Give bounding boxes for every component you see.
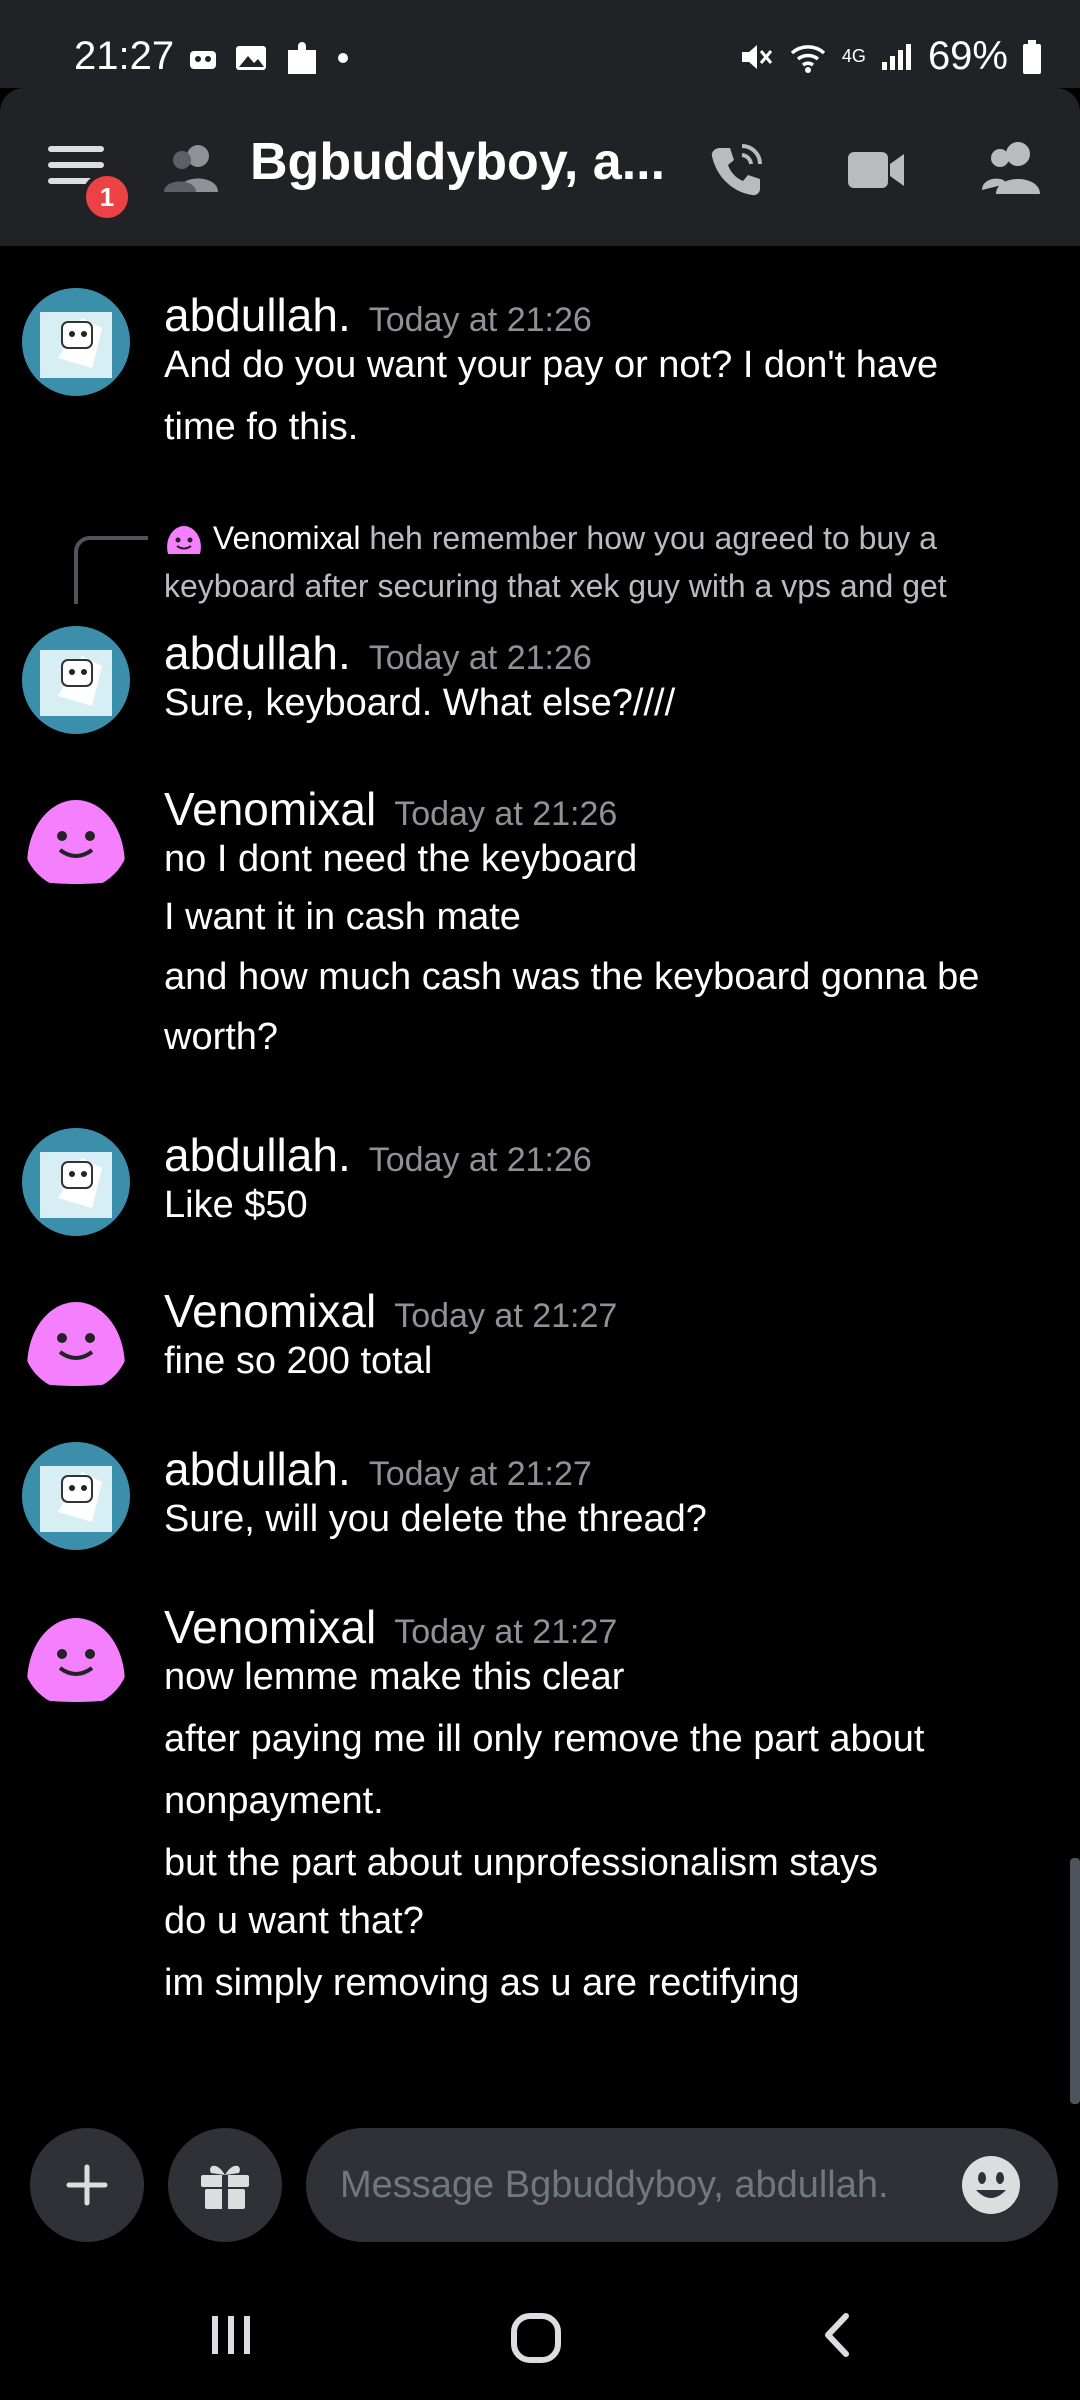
channel-header: 1 Bgbuddyboy, a... — [0, 88, 1080, 246]
status-bar: 21:27 4G 69% — [0, 0, 1080, 88]
group-dm-icon — [164, 145, 218, 192]
network-type: 4G — [841, 46, 866, 66]
message-text: time fo this. — [164, 406, 359, 448]
message-text: nonpayment. — [164, 1780, 384, 1822]
message-text: Like $50 — [164, 1184, 308, 1226]
message-author[interactable]: Venomixal — [164, 782, 376, 836]
back-icon[interactable] — [818, 2310, 858, 2360]
slime-avatar-icon — [27, 800, 125, 884]
message-text: Sure, will you delete the thread? — [164, 1498, 707, 1540]
message-timestamp: Today at 21:26 — [394, 795, 618, 833]
dot-icon — [338, 53, 348, 63]
slime-avatar-icon — [27, 1302, 125, 1386]
message-composer: Message Bgbuddyboy, abdullah. — [0, 2110, 1080, 2260]
channel-title[interactable]: Bgbuddyboy, a... — [250, 132, 670, 192]
plus-icon — [66, 2164, 108, 2206]
message-text: no I dont need the keyboard — [164, 838, 638, 880]
message-timestamp: Today at 21:26 — [368, 639, 592, 677]
reply-connector — [74, 536, 148, 604]
reply-author[interactable]: Venomixal — [213, 520, 361, 556]
message-text: Sure, keyboard. What else?//// — [164, 682, 676, 724]
avatar[interactable] — [22, 288, 130, 396]
avatar[interactable] — [22, 1284, 130, 1392]
message-text: im simply removing as u are rectifying — [164, 1962, 800, 2004]
message-text: after paying me ill only remove the part… — [164, 1718, 925, 1760]
message-text: now lemme make this clear — [164, 1656, 625, 1698]
avatar[interactable] — [22, 782, 130, 890]
avatar[interactable] — [22, 1442, 130, 1550]
message-timestamp: Today at 21:27 — [368, 1455, 592, 1493]
attach-button[interactable] — [30, 2128, 144, 2242]
message-author[interactable]: abdullah. — [164, 1442, 351, 1496]
status-time: 21:27 — [74, 34, 175, 78]
notification-badge: 1 — [82, 172, 132, 222]
message-timestamp: Today at 21:26 — [368, 301, 592, 339]
reply-preview[interactable]: Venomixal heh remember how you agreed to… — [164, 520, 937, 558]
message-author[interactable]: abdullah. — [164, 288, 351, 342]
message-text: but the part about unprofessionalism sta… — [164, 1842, 878, 1884]
gift-button[interactable] — [168, 2128, 282, 2242]
message-text: I want it in cash mate — [164, 896, 521, 938]
home-icon[interactable] — [508, 2310, 564, 2366]
battery-icon — [1023, 39, 1041, 74]
avatar[interactable] — [22, 1128, 130, 1236]
voice-call-icon[interactable] — [706, 140, 766, 200]
recent-apps-icon[interactable] — [206, 2310, 256, 2360]
notification-icon — [190, 51, 216, 69]
gift-icon — [201, 2165, 249, 2209]
message-timestamp: Today at 21:27 — [394, 1297, 618, 1335]
marshmello-avatar-icon — [22, 626, 130, 734]
message-author[interactable]: abdullah. — [164, 1128, 351, 1182]
battery-percent: 69% — [927, 34, 1008, 78]
reply-text-continued: keyboard after securing that xek guy wit… — [164, 568, 947, 604]
message-timestamp: Today at 21:26 — [368, 1141, 592, 1179]
gallery-icon — [236, 46, 266, 70]
wifi-icon — [790, 44, 826, 73]
marshmello-avatar-icon — [22, 1442, 130, 1550]
puzzle-icon — [288, 42, 316, 74]
message-timestamp: Today at 21:27 — [394, 1613, 618, 1651]
member-list-icon[interactable] — [980, 140, 1044, 196]
marshmello-avatar-icon — [22, 1128, 130, 1236]
message-text: do u want that? — [164, 1900, 424, 1942]
marshmello-avatar-icon — [22, 288, 130, 396]
message-author[interactable]: abdullah. — [164, 626, 351, 680]
reply-avatar-icon — [167, 525, 201, 554]
system-nav-bar — [0, 2270, 1080, 2400]
message-author[interactable]: Venomixal — [164, 1600, 376, 1654]
message-input-placeholder: Message Bgbuddyboy, abdullah. — [340, 2164, 889, 2206]
avatar[interactable] — [22, 626, 130, 734]
message-text: And do you want your pay or not? I don't… — [164, 344, 939, 386]
scrollbar[interactable] — [1070, 1858, 1080, 2104]
message-text: worth? — [164, 1016, 279, 1058]
mute-icon — [741, 44, 773, 69]
message-text: and how much cash was the keyboard gonna… — [164, 956, 980, 998]
message-input[interactable]: Message Bgbuddyboy, abdullah. — [306, 2128, 1058, 2242]
avatar[interactable] — [22, 1600, 130, 1708]
emoji-icon[interactable] — [960, 2154, 1022, 2216]
video-call-icon[interactable] — [846, 140, 906, 200]
message-author[interactable]: Venomixal — [164, 1284, 376, 1338]
message-text: fine so 200 total — [164, 1340, 433, 1382]
slime-avatar-icon — [27, 1618, 125, 1702]
signal-icon — [881, 43, 911, 70]
reply-text: heh remember how you agreed to buy a — [369, 520, 937, 556]
